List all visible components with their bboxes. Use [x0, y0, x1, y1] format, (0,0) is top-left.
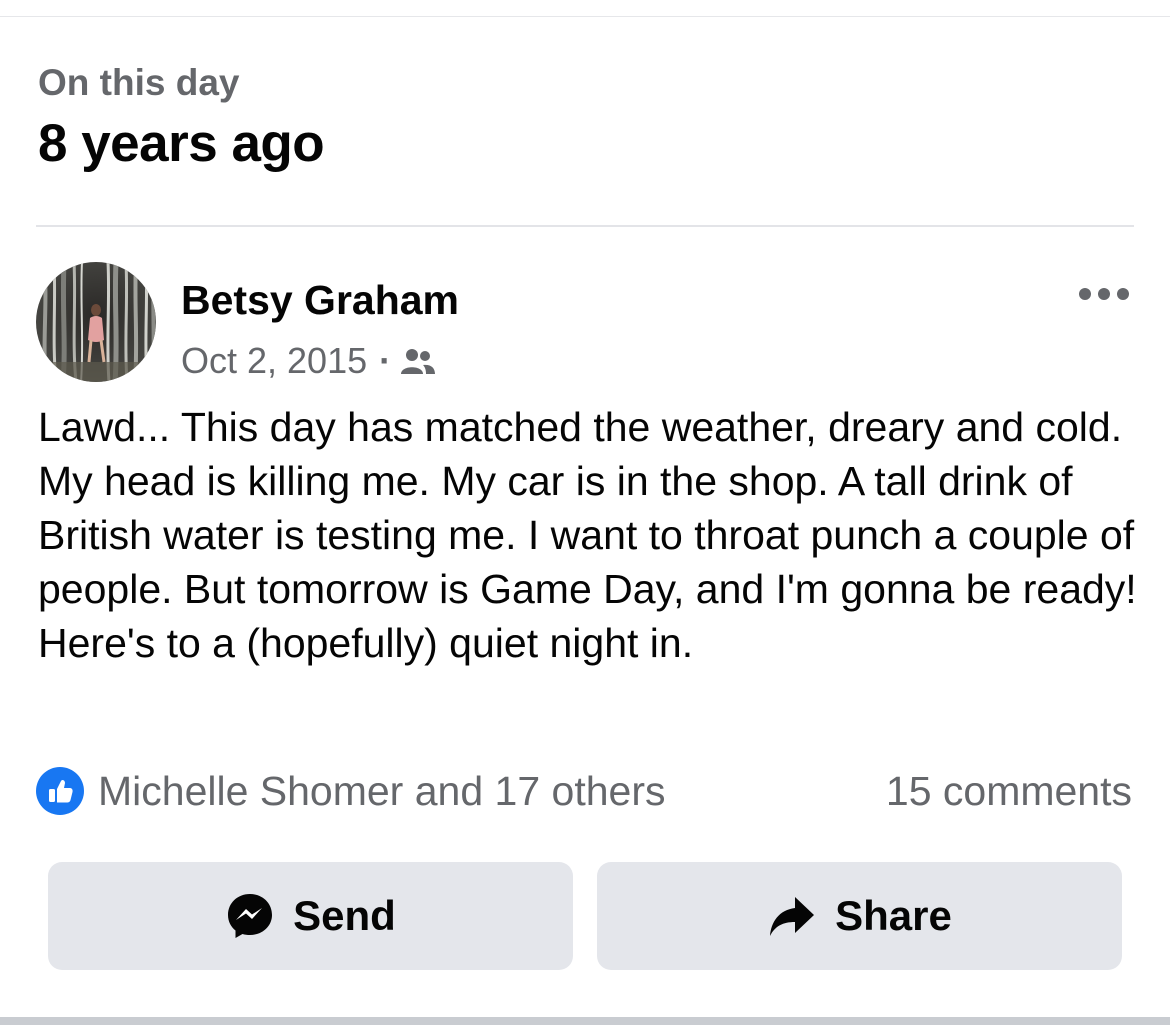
memory-title: 8 years ago [38, 114, 325, 173]
memory-subtitle: On this day [38, 62, 240, 103]
comments-count[interactable]: 15 comments [886, 764, 1132, 818]
memory-header: On this day 8 years ago [38, 60, 325, 176]
post-body: Lawd... This day has matched the weather… [38, 404, 1137, 666]
reactions-text: Michelle Shomer and 17 others [98, 768, 666, 814]
more-options-button[interactable] [1072, 276, 1136, 312]
author-avatar[interactable] [36, 262, 156, 382]
top-divider [0, 16, 1170, 17]
friends-icon[interactable] [399, 345, 437, 377]
messenger-icon [225, 891, 275, 941]
more-options-icon [1079, 288, 1129, 300]
section-divider [36, 225, 1134, 227]
reactions-summary[interactable]: Michelle Shomer and 17 others [36, 764, 665, 818]
post-meta: Oct 2, 2015 · [181, 338, 437, 384]
share-button[interactable]: Share [597, 862, 1122, 970]
share-label: Share [835, 892, 952, 939]
post-date[interactable]: Oct 2, 2015 [181, 340, 367, 382]
like-icon [36, 767, 84, 815]
send-label: Send [293, 892, 396, 939]
share-arrow-icon [767, 891, 817, 941]
author-name[interactable]: Betsy Graham [181, 275, 459, 325]
send-button[interactable]: Send [48, 862, 573, 970]
bottom-separator-bar [0, 1017, 1170, 1025]
avatar-photo [36, 262, 156, 382]
meta-separator: · [379, 340, 392, 381]
